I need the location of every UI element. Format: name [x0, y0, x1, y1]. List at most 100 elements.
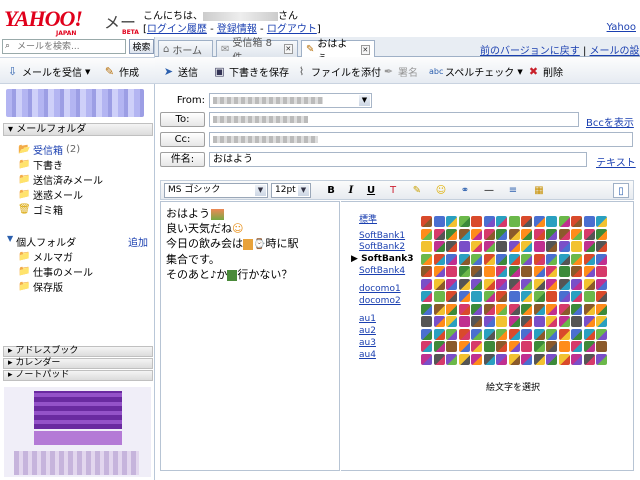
search-input[interactable]: [2, 39, 126, 54]
emoji-option-icon[interactable]: [596, 253, 607, 265]
spellcheck-button[interactable]: abc スペルチェック ▼: [429, 64, 523, 79]
emoji-option-icon[interactable]: [558, 228, 570, 240]
emoji-option-icon[interactable]: [433, 353, 445, 365]
emoji-option-icon[interactable]: [421, 291, 432, 302]
emoji-option-icon[interactable]: [546, 266, 557, 277]
emoji-option-icon[interactable]: [446, 216, 457, 227]
emoji-option-icon[interactable]: [458, 266, 470, 277]
folder-sent[interactable]: 📁 送信済みメール: [18, 172, 103, 187]
from-select[interactable]: ▼: [209, 93, 372, 108]
emoji-option-icon[interactable]: [558, 278, 570, 290]
emoji-option-icon[interactable]: [558, 341, 570, 352]
emoji-option-icon[interactable]: [596, 328, 607, 340]
horizontal-rule-icon[interactable]: —: [481, 183, 497, 198]
emoji-option-icon[interactable]: [521, 228, 532, 240]
emoji-option-icon[interactable]: [533, 328, 545, 340]
emoji-option-icon[interactable]: [471, 278, 482, 290]
carrier-au4[interactable]: au4: [359, 350, 376, 360]
emoji-option-icon[interactable]: [558, 291, 570, 302]
carrier-softbank2[interactable]: SoftBank2: [359, 242, 405, 252]
emoji-option-icon[interactable]: [458, 291, 470, 302]
emoji-option-icon[interactable]: [458, 303, 470, 315]
emoji-option-icon[interactable]: [458, 316, 470, 327]
emoji-option-icon[interactable]: [471, 228, 482, 240]
emoji-option-icon[interactable]: [421, 316, 432, 327]
emoji-option-icon[interactable]: [433, 266, 445, 277]
emoji-option-icon[interactable]: [496, 341, 507, 352]
emoji-option-icon[interactable]: [471, 253, 482, 265]
chevron-down-icon[interactable]: ▼: [85, 68, 90, 76]
emoji-option-icon[interactable]: [596, 303, 607, 315]
align-icon[interactable]: ≡: [505, 183, 521, 198]
emoji-option-icon[interactable]: [471, 328, 482, 340]
emoji-option-icon[interactable]: [458, 228, 470, 240]
emoji-option-icon[interactable]: [583, 328, 595, 340]
emoji-option-icon[interactable]: [521, 266, 532, 277]
emoji-option-icon[interactable]: [471, 216, 482, 227]
emoji-option-icon[interactable]: [421, 328, 432, 340]
emoji-option-icon[interactable]: [446, 228, 457, 240]
emoji-option-icon[interactable]: [508, 278, 520, 290]
emoji-option-icon[interactable]: [596, 241, 607, 252]
emoji-option-icon[interactable]: [433, 241, 445, 252]
subject-input[interactable]: おはよう: [209, 152, 587, 167]
emoji-option-icon[interactable]: [421, 353, 432, 365]
emoji-option-icon[interactable]: [508, 291, 520, 302]
carrier-softbank1[interactable]: SoftBank1: [359, 231, 405, 241]
emoji-option-icon[interactable]: [496, 291, 507, 302]
emoji-option-icon[interactable]: [583, 266, 595, 277]
emoji-option-icon[interactable]: [558, 253, 570, 265]
search-button[interactable]: 検索: [129, 39, 154, 54]
emoji-option-icon[interactable]: [533, 253, 545, 265]
emoji-option-icon[interactable]: [433, 291, 445, 302]
emoji-option-icon[interactable]: [471, 241, 482, 252]
carrier-docomo2[interactable]: docomo2: [359, 296, 401, 306]
emoji-option-icon[interactable]: [558, 266, 570, 277]
yahoo-top-link[interactable]: Yahoo: [607, 22, 636, 33]
emoji-option-icon[interactable]: [546, 341, 557, 352]
mobile-preview-icon[interactable]: ▯: [613, 183, 629, 198]
emoji-option-icon[interactable]: [521, 291, 532, 302]
emoji-option-icon[interactable]: [483, 253, 495, 265]
emoji-option-icon[interactable]: [496, 216, 507, 227]
emoji-option-icon[interactable]: [571, 278, 582, 290]
emoji-option-icon[interactable]: [496, 241, 507, 252]
emoji-option-icon[interactable]: [496, 228, 507, 240]
carrier-softbank4[interactable]: SoftBank4: [359, 266, 405, 276]
signature-button[interactable]: ✒ 署名: [382, 64, 418, 79]
close-icon[interactable]: ✕: [360, 44, 370, 55]
emoji-option-icon[interactable]: [546, 316, 557, 327]
emoji-option-icon[interactable]: [546, 328, 557, 340]
emoji-option-icon[interactable]: [508, 216, 520, 227]
emoji-option-icon[interactable]: [533, 228, 545, 240]
emoji-option-icon[interactable]: [483, 241, 495, 252]
login-history-link[interactable]: ログイン履歴: [147, 24, 207, 35]
emoji-option-icon[interactable]: [508, 316, 520, 327]
emoji-option-icon[interactable]: [458, 328, 470, 340]
emoji-option-icon[interactable]: [583, 353, 595, 365]
chevron-down-icon[interactable]: ▼: [298, 185, 309, 196]
carrier-au3[interactable]: au3: [359, 338, 376, 348]
emoji-option-icon[interactable]: [458, 353, 470, 365]
emoji-option-icon[interactable]: [496, 316, 507, 327]
emoji-option-icon[interactable]: [596, 353, 607, 365]
emoji-option-icon[interactable]: [421, 253, 432, 265]
emoji-option-icon[interactable]: [446, 341, 457, 352]
emoji-option-icon[interactable]: [558, 303, 570, 315]
emoji-option-icon[interactable]: [596, 316, 607, 327]
emoji-option-icon[interactable]: [446, 241, 457, 252]
emoji-option-icon[interactable]: [483, 328, 495, 340]
notepad-section[interactable]: ▸ ノートパッド: [3, 370, 153, 381]
emoji-option-icon[interactable]: [421, 278, 432, 290]
emoji-option-icon[interactable]: [558, 316, 570, 327]
emoji-option-icon[interactable]: [483, 278, 495, 290]
emoji-option-icon[interactable]: [508, 341, 520, 352]
emoji-option-icon[interactable]: [483, 216, 495, 227]
chevron-down-icon[interactable]: ▼: [517, 68, 522, 76]
tab-home[interactable]: ⌂ ホーム: [158, 40, 213, 57]
carrier-docomo1[interactable]: docomo1: [359, 284, 401, 294]
emoji-option-icon[interactable]: [583, 341, 595, 352]
emoji-option-icon[interactable]: [421, 341, 432, 352]
emoji-option-icon[interactable]: [533, 303, 545, 315]
emoji-option-icon[interactable]: [483, 291, 495, 302]
